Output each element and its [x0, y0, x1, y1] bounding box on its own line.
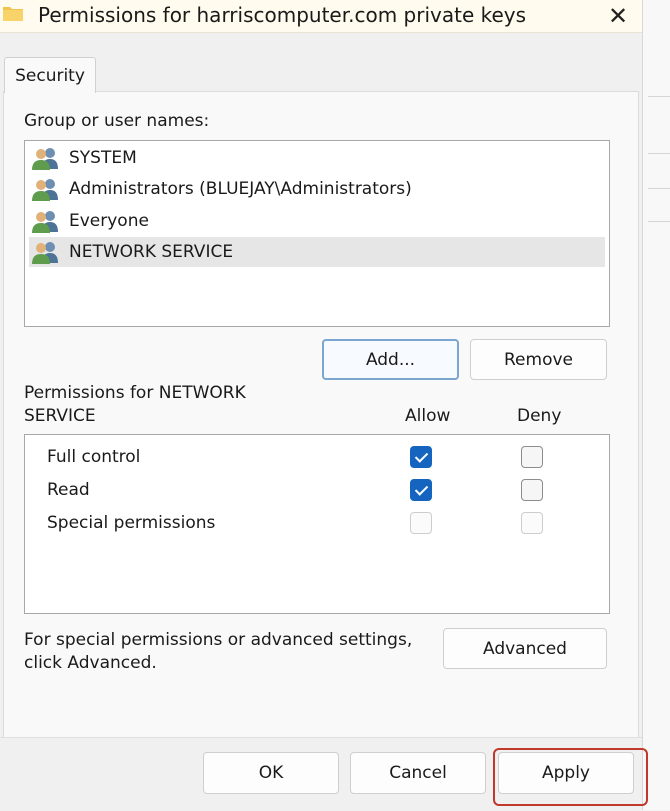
permissions-dialog: Permissions for harriscomputer.com priva… [0, 0, 642, 811]
read-allow-checkbox[interactable] [410, 479, 432, 501]
user-name: NETWORK SERVICE [69, 242, 234, 262]
background-window-edge [642, 0, 670, 810]
add-button[interactable]: Add... [322, 339, 459, 380]
list-item-administrators[interactable]: Administrators (BLUEJAY\Administrators) [29, 174, 605, 204]
special-deny-checkbox [521, 512, 543, 534]
close-icon: ✕ [607, 2, 629, 30]
cancel-button[interactable]: Cancel [350, 752, 486, 794]
read-deny-checkbox[interactable] [521, 479, 543, 501]
apply-highlight-box [493, 748, 648, 806]
advanced-hint-line1: For special permissions or advanced sett… [24, 630, 413, 650]
user-name: Administrators (BLUEJAY\Administrators) [69, 179, 412, 199]
permissions-label-line1: Permissions for NETWORK [24, 383, 246, 403]
remove-button[interactable]: Remove [470, 339, 607, 380]
folder-icon [3, 7, 23, 21]
full-control-allow-checkbox[interactable] [410, 446, 432, 468]
user-name: Everyone [69, 211, 149, 231]
background-divider [648, 188, 670, 189]
background-divider [648, 221, 670, 222]
users-group-icon [32, 179, 58, 201]
deny-column-header: Deny [517, 406, 562, 426]
tab-security[interactable]: Security [4, 57, 96, 93]
users-group-icon [32, 211, 58, 233]
users-group-icon [32, 148, 58, 170]
perm-full-control-label: Full control [47, 447, 141, 467]
advanced-hint-line2: click Advanced. [24, 653, 157, 673]
permissions-list: Full control Read Special permissions [24, 434, 610, 614]
ok-button[interactable]: OK [203, 752, 339, 794]
list-item-system[interactable]: SYSTEM [29, 143, 605, 173]
perm-read-label: Read [47, 480, 90, 500]
list-item-network-service[interactable]: NETWORK SERVICE [29, 237, 605, 267]
background-divider [648, 153, 670, 154]
allow-column-header: Allow [405, 406, 451, 426]
advanced-button[interactable]: Advanced [443, 628, 607, 669]
close-button[interactable]: ✕ [598, 0, 638, 32]
permissions-label-line2: SERVICE [24, 406, 96, 426]
users-group-icon [32, 242, 58, 264]
perm-special-label: Special permissions [47, 513, 216, 533]
tab-label: Security [15, 65, 85, 86]
background-divider [648, 96, 670, 97]
special-allow-checkbox [410, 512, 432, 534]
group-names-label: Group or user names: [24, 111, 210, 131]
list-item-everyone[interactable]: Everyone [29, 206, 605, 236]
title-bar[interactable]: Permissions for harriscomputer.com priva… [0, 0, 642, 33]
user-list[interactable]: SYSTEM Administrators (BLUEJAY\Administr… [24, 140, 610, 327]
full-control-deny-checkbox[interactable] [521, 446, 543, 468]
window-title: Permissions for harriscomputer.com priva… [38, 3, 527, 27]
user-name: SYSTEM [69, 148, 137, 168]
